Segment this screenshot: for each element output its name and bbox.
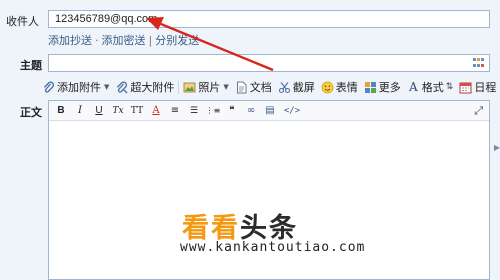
numbered-list-button[interactable]: ⋮≡ <box>205 103 221 119</box>
chevron-down-icon[interactable]: ▼ <box>223 83 228 91</box>
scissors-icon <box>278 81 290 93</box>
align-button[interactable]: ≡ <box>167 103 183 119</box>
format-label: 格式 <box>421 81 444 94</box>
chevron-down-icon[interactable]: ▼ <box>104 83 109 91</box>
smiley-icon <box>321 81 334 93</box>
document-icon <box>236 81 247 93</box>
photo-icon <box>183 82 196 92</box>
font-color-button[interactable]: A <box>148 103 164 119</box>
quote-button[interactable]: ❝ <box>224 103 240 119</box>
recipient-address[interactable]: 123456789@qq.com <box>53 12 159 26</box>
watermark-url: www.kankantoutiao.com <box>180 240 366 255</box>
format-toolbar: B I U Tx TT A ≡ ☰ ⋮≡ ❝ ∞ ▤ </> ⤢ <box>49 101 489 121</box>
subject-label: 主题 <box>20 59 42 72</box>
recipient-field[interactable]: 123456789@qq.com <box>48 10 490 28</box>
calendar-button[interactable]: 日程 <box>459 79 496 95</box>
add-bcc-link[interactable]: 添加密送 <box>102 34 146 47</box>
clear-format-button[interactable]: Tx <box>110 103 126 119</box>
document-label: 文档 <box>249 81 272 94</box>
add-attachment-button[interactable]: 添加附件 ▼ <box>42 79 109 95</box>
chevron-right-icon[interactable]: ▶ <box>494 143 500 152</box>
format-toggle-icon: ⇅ <box>445 82 454 92</box>
large-attachment-label: 超大附件 <box>130 81 175 94</box>
large-attachment-button[interactable]: 超大附件 <box>115 79 174 95</box>
italic-button[interactable]: I <box>72 103 88 119</box>
code-button[interactable]: </> <box>281 103 303 119</box>
bold-button[interactable]: B <box>53 103 69 119</box>
emoji-label: 表情 <box>335 81 358 94</box>
compose-toolbar: 添加附件 ▼ 超大附件 照片 ▼ 文档 截屏 表情 更多 A 格式 ⇅ 日程 <box>42 78 500 96</box>
screenshot-label: 截屏 <box>292 81 315 94</box>
photo-button[interactable]: 照片 ▼ <box>183 79 229 95</box>
stationery-grid-icon[interactable] <box>473 58 485 68</box>
link-separator: · <box>95 34 99 47</box>
separate-send-link[interactable]: 分别发送 <box>155 34 199 47</box>
add-attachment-label: 添加附件 <box>57 81 101 94</box>
subject-value[interactable] <box>49 55 53 68</box>
photo-label: 照片 <box>198 81 221 94</box>
bullet-list-button[interactable]: ☰ <box>186 103 202 119</box>
toolbar-divider <box>178 80 180 94</box>
calendar-label: 日程 <box>474 81 497 94</box>
document-button[interactable]: 文档 <box>235 79 272 95</box>
calendar-icon <box>459 82 472 93</box>
emoji-button[interactable]: 表情 <box>321 79 358 95</box>
body-label: 正文 <box>20 106 42 119</box>
watermark-logo: 看看头条 www.kankantoutiao.com <box>180 206 440 256</box>
underline-button[interactable]: U <box>91 103 107 119</box>
font-size-button[interactable]: TT <box>129 103 145 119</box>
screenshot-button[interactable]: 截屏 <box>278 79 315 95</box>
format-button[interactable]: A 格式 ⇅ <box>407 79 454 95</box>
add-cc-link[interactable]: 添加抄送 <box>48 34 92 47</box>
link-separator: | <box>148 34 153 47</box>
more-label: 更多 <box>378 81 401 94</box>
more-grid-icon <box>364 81 376 93</box>
more-button[interactable]: 更多 <box>364 79 401 95</box>
format-a-icon: A <box>408 79 418 94</box>
paperclip-icon <box>43 81 55 93</box>
link-button[interactable]: ∞ <box>243 103 259 119</box>
insert-table-button[interactable]: ▤ <box>262 103 278 119</box>
subject-input[interactable] <box>48 54 490 72</box>
recipient-options: 添加抄送 · 添加密送 | 分别发送 <box>48 32 199 48</box>
to-label: 收件人 <box>6 15 39 28</box>
expand-icon[interactable]: ⤢ <box>474 104 483 118</box>
large-attachment-icon <box>117 81 128 93</box>
